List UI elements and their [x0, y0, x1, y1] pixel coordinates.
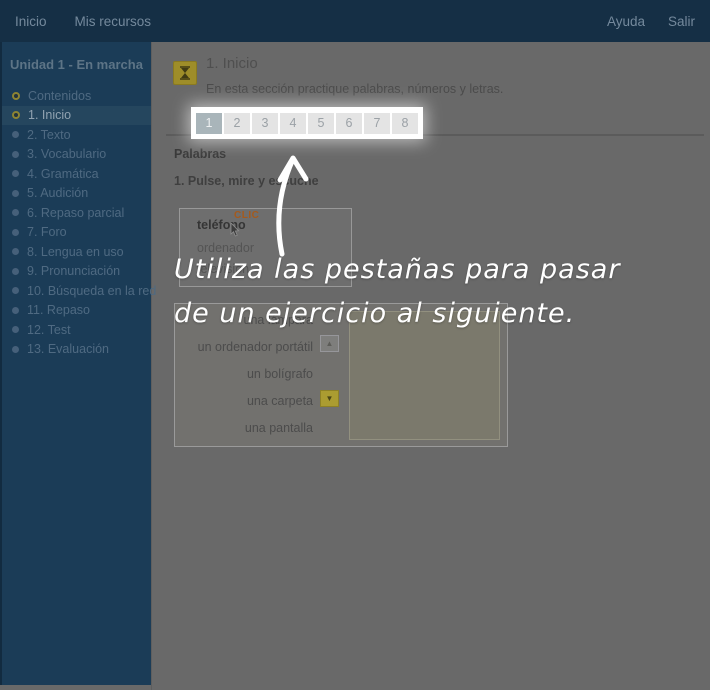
topnav-right: Ayuda Salir: [607, 14, 695, 29]
bullet-icon: [12, 209, 19, 216]
bullet-icon: [12, 248, 19, 255]
bullet-icon: [12, 190, 19, 197]
exercise-tab-strip: 1 2 3 4 5 6 7 8: [193, 109, 421, 137]
sidebar-item-inicio[interactable]: 1. Inicio: [2, 106, 151, 126]
clic-label: CLIC: [234, 210, 259, 221]
tab-5[interactable]: 5: [308, 113, 334, 134]
main-content-dimmed: 1. Inicio En esta sección practique pala…: [151, 42, 710, 690]
hourglass-icon: [173, 61, 197, 85]
match-item[interactable]: una carpeta: [181, 388, 313, 415]
word-ordenador[interactable]: ordenador: [197, 241, 254, 255]
section-heading: Palabras: [174, 147, 226, 161]
topnav-salir[interactable]: Salir: [668, 14, 695, 29]
tutorial-message-line1: Utiliza las pestañas para pasar: [174, 254, 620, 285]
match-item[interactable]: un ordenador portátil: [181, 334, 313, 361]
sidebar-item-repaso[interactable]: 11. Repaso: [2, 301, 151, 321]
sidebar-item-lengua-en-uso[interactable]: 8. Lengua en uso: [2, 242, 151, 262]
match-item[interactable]: una pantalla: [181, 415, 313, 442]
bullet-icon: [12, 326, 19, 333]
topnav-mis-recursos[interactable]: Mis recursos: [75, 14, 152, 29]
exercise-image-area: [349, 311, 500, 440]
tab-6[interactable]: 6: [336, 113, 362, 134]
move-down-button[interactable]: ▼: [320, 390, 339, 407]
sidebar-item-gramatica[interactable]: 4. Gramática: [2, 164, 151, 184]
sidebar-item-texto[interactable]: 2. Texto: [2, 125, 151, 145]
exercise-instruction: 1. Pulse, mire y escuche: [174, 174, 319, 188]
down-arrow-icon: ▼: [326, 394, 334, 403]
topnav-ayuda[interactable]: Ayuda: [607, 14, 645, 29]
bullet-icon: [12, 229, 19, 236]
bullet-icon: [12, 92, 20, 100]
sidebar-item-contenidos[interactable]: Contenidos: [2, 86, 151, 106]
tab-2[interactable]: 2: [224, 113, 250, 134]
unit-sidebar: Unidad 1 - En marcha Contenidos 1. Inici…: [0, 42, 151, 685]
page-title: 1. Inicio: [206, 55, 258, 72]
sidebar-item-busqueda-en-la-red[interactable]: 10. Búsqueda en la red: [2, 281, 151, 301]
match-item[interactable]: un bolígrafo: [181, 361, 313, 388]
bullet-icon: [12, 151, 19, 158]
unit-title: Unidad 1 - En marcha: [2, 42, 151, 84]
tutorial-message-line2: de un ejercicio al siguiente.: [174, 298, 575, 329]
sidebar-item-foro[interactable]: 7. Foro: [2, 223, 151, 243]
sidebar-item-evaluacion[interactable]: 13. Evaluación: [2, 340, 151, 360]
up-arrow-icon: ▲: [326, 339, 334, 348]
bullet-icon: [12, 346, 19, 353]
topnav-inicio[interactable]: Inicio: [15, 14, 47, 29]
bullet-icon: [12, 170, 19, 177]
tab-8[interactable]: 8: [392, 113, 418, 134]
tab-3[interactable]: 3: [252, 113, 278, 134]
top-navigation-bar: Inicio Mis recursos Ayuda Salir: [0, 0, 710, 42]
sidebar-item-audicion[interactable]: 5. Audición: [2, 184, 151, 204]
unit-section-list: Contenidos 1. Inicio 2. Texto 3. Vocabul…: [2, 86, 151, 359]
tab-1[interactable]: 1: [196, 113, 222, 134]
tab-4[interactable]: 4: [280, 113, 306, 134]
tab-7[interactable]: 7: [364, 113, 390, 134]
mouse-cursor-icon: [230, 223, 241, 242]
bullet-icon: [12, 287, 19, 294]
move-up-button[interactable]: ▲: [320, 335, 339, 352]
bullet-icon: [12, 307, 19, 314]
page-subtitle: En esta sección practique palabras, núme…: [206, 82, 503, 96]
sidebar-item-test[interactable]: 12. Test: [2, 320, 151, 340]
sidebar-item-pronunciacion[interactable]: 9. Pronunciación: [2, 262, 151, 282]
sidebar-item-repaso-parcial[interactable]: 6. Repaso parcial: [2, 203, 151, 223]
sidebar-item-vocabulario[interactable]: 3. Vocabulario: [2, 145, 151, 165]
topnav-left: Inicio Mis recursos: [15, 14, 151, 29]
bullet-icon: [12, 111, 20, 119]
bullet-icon: [12, 131, 19, 138]
bullet-icon: [12, 268, 19, 275]
